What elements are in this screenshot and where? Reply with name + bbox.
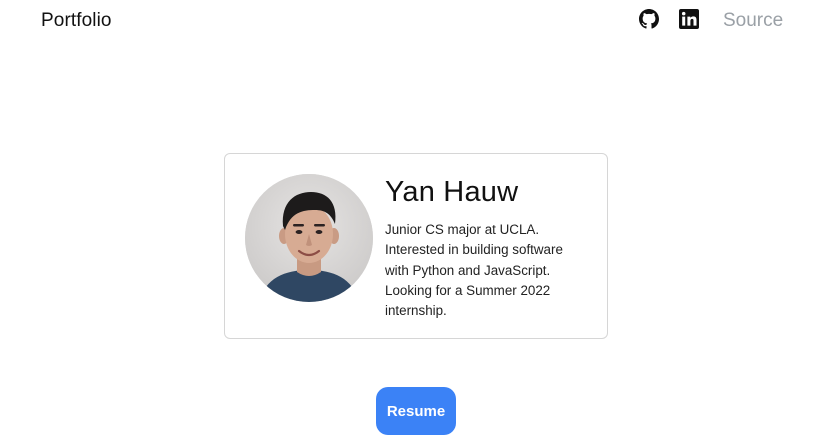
navbar: Portfolio Source <box>0 0 822 42</box>
linkedin-icon[interactable] <box>679 9 699 29</box>
brand-link[interactable]: Portfolio <box>41 10 112 32</box>
github-icon[interactable] <box>639 9 659 29</box>
profile-card: Yan Hauw Junior CS major at UCLA. Intere… <box>224 153 608 339</box>
profile-name: Yan Hauw <box>385 176 519 208</box>
page: Portfolio Source Yan Hauw Junior CS majo… <box>0 0 822 442</box>
resume-button[interactable]: Resume <box>376 387 456 435</box>
avatar <box>245 174 373 302</box>
profile-bio: Junior CS major at UCLA. Interested in b… <box>385 222 563 319</box>
source-link[interactable]: Source <box>723 10 783 32</box>
